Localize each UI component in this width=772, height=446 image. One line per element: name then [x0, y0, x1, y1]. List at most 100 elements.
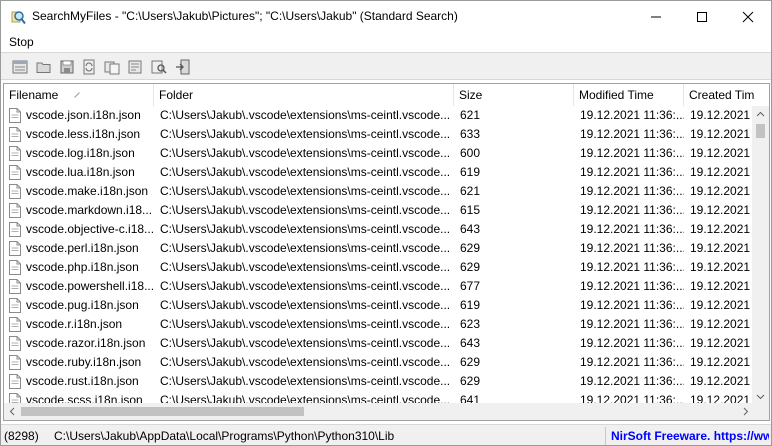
menu-stop[interactable]: Stop — [9, 35, 34, 49]
cell-created-time: 19.12.2021 1 — [690, 279, 754, 293]
horizontal-scrollbar[interactable] — [4, 403, 754, 420]
column-modified-time[interactable]: Modified Time — [574, 84, 684, 106]
cell-filename: vscode.rust.i18n.json — [26, 374, 139, 388]
cell-size: 621 — [460, 108, 481, 122]
refresh-icon — [83, 59, 95, 75]
table-row[interactable]: vscode.json.i18n.json C:\Users\Jakub\.vsc… — [4, 106, 754, 125]
open-icon — [36, 62, 51, 73]
table-row[interactable]: vscode.ruby.i18n.json C:\Users\Jakub\.vsc… — [4, 353, 754, 372]
cell-folder: C:\Users\Jakub\.vscode\extensions\ms-cei… — [160, 184, 451, 198]
cell-size: 629 — [460, 374, 481, 388]
table-row[interactable]: vscode.r.i18n.json C:\Users\Jakub\.vscode… — [4, 315, 754, 334]
status-bar: (8298) C:\Users\Jakub\AppData\Local\Prog… — [1, 424, 771, 445]
cell-created-time: 19.12.2021 1 — [690, 184, 754, 198]
horizontal-scroll-thumb[interactable] — [21, 407, 304, 416]
cell-filename: vscode.pug.i18n.json — [26, 298, 139, 312]
table-row[interactable]: vscode.rust.i18n.json C:\Users\Jakub\.vsc… — [4, 372, 754, 391]
scroll-up-arrow[interactable] — [752, 106, 769, 123]
cell-size: 615 — [460, 203, 481, 217]
cell-created-time: 19.12.2021 1 — [690, 317, 754, 331]
minimize-button[interactable] — [633, 1, 679, 32]
save-button[interactable] — [57, 57, 77, 77]
close-button[interactable] — [725, 1, 771, 32]
cell-folder: C:\Users\Jakub\.vscode\extensions\ms-cei… — [160, 146, 451, 160]
table-row[interactable]: vscode.make.i18n.json C:\Users\Jakub\.vsc… — [4, 182, 754, 201]
column-filename-label: Filename — [9, 88, 59, 102]
cell-modified-time: 19.12.2021 11:36:... — [580, 374, 684, 388]
close-icon — [742, 11, 754, 23]
app-window: SearchMyFiles - "C:\Users\Jakub\Pictures… — [0, 0, 772, 446]
cell-folder: C:\Users\Jakub\.vscode\extensions\ms-cei… — [160, 336, 451, 350]
file-icon — [9, 260, 21, 275]
table-row[interactable]: vscode.log.i18n.json C:\Users\Jakub\.vsco… — [4, 144, 754, 163]
cell-created-time: 19.12.2021 1 — [690, 260, 754, 274]
cell-created-time: 19.12.2021 1 — [690, 203, 754, 217]
table-row[interactable]: vscode.markdown.i18... C:\Users\Jakub\.vs… — [4, 201, 754, 220]
new-search-button[interactable] — [10, 57, 30, 77]
cell-size: 621 — [460, 184, 481, 198]
vertical-scroll-thumb[interactable] — [756, 124, 765, 138]
cell-size: 633 — [460, 127, 481, 141]
exit-button[interactable] — [173, 57, 193, 77]
cell-size: 629 — [460, 260, 481, 274]
refresh-button[interactable] — [79, 57, 99, 77]
results-list[interactable]: Filename Folder Size Modified Time Creat… — [3, 83, 770, 421]
column-header: Filename Folder Size Modified Time Creat… — [4, 84, 769, 106]
table-row[interactable]: vscode.lua.i18n.json C:\Users\Jakub\.vsco… — [4, 163, 754, 182]
table-row[interactable]: vscode.powershell.i18... C:\Users\Jakub\.… — [4, 277, 754, 296]
vertical-scrollbar[interactable] — [752, 106, 769, 405]
cell-size: 643 — [460, 222, 481, 236]
title-bar[interactable]: SearchMyFiles - "C:\Users\Jakub\Pictures… — [1, 1, 771, 32]
cell-folder: C:\Users\Jakub\.vscode\extensions\ms-cei… — [160, 127, 451, 141]
table-row[interactable]: vscode.less.i18n.json C:\Users\Jakub\.vsc… — [4, 125, 754, 144]
cell-modified-time: 19.12.2021 11:36:... — [580, 355, 684, 369]
file-icon — [9, 146, 21, 161]
cell-filename: vscode.perl.i18n.json — [26, 241, 139, 255]
cell-size: 600 — [460, 146, 481, 160]
cell-filename: vscode.powershell.i18... — [26, 279, 154, 293]
cell-size: 619 — [460, 165, 481, 179]
cell-modified-time: 19.12.2021 11:36:... — [580, 336, 684, 350]
cell-created-time: 19.12.2021 1 — [690, 374, 754, 388]
properties-button[interactable] — [125, 57, 145, 77]
cell-modified-time: 19.12.2021 11:36:... — [580, 241, 684, 255]
column-folder[interactable]: Folder — [154, 84, 454, 106]
column-created-time[interactable]: Created Tim — [684, 84, 769, 106]
cell-modified-time: 19.12.2021 11:36:... — [580, 298, 684, 312]
file-icon — [9, 298, 21, 313]
cell-filename: vscode.r.i18n.json — [26, 317, 123, 331]
copy-button[interactable] — [102, 57, 122, 77]
table-row[interactable]: vscode.perl.i18n.json C:\Users\Jakub\.vsc… — [4, 239, 754, 258]
nirsoft-link[interactable]: NirSoft Freeware. https://www.nirsoft.ne… — [611, 429, 769, 443]
column-filename[interactable]: Filename — [4, 84, 154, 106]
cell-folder: C:\Users\Jakub\.vscode\extensions\ms-cei… — [160, 298, 451, 312]
cell-filename: vscode.markdown.i18... — [26, 203, 153, 217]
table-row[interactable]: vscode.pug.i18n.json C:\Users\Jakub\.vsco… — [4, 296, 754, 315]
cell-modified-time: 19.12.2021 11:36:... — [580, 146, 684, 160]
maximize-button[interactable] — [679, 1, 725, 32]
status-separator — [605, 427, 606, 445]
scroll-left-arrow[interactable] — [4, 403, 21, 420]
cell-size: 643 — [460, 336, 481, 350]
cell-filename: vscode.razor.i18n.json — [26, 336, 146, 350]
status-current-path: C:\Users\Jakub\AppData\Local\Programs\Py… — [54, 429, 395, 443]
file-icon — [9, 165, 21, 180]
open-button[interactable] — [34, 57, 54, 77]
cell-folder: C:\Users\Jakub\.vscode\extensions\ms-cei… — [160, 260, 451, 274]
table-row[interactable]: vscode.razor.i18n.json C:\Users\Jakub\.vs… — [4, 334, 754, 353]
cell-folder: C:\Users\Jakub\.vscode\extensions\ms-cei… — [160, 317, 451, 331]
sort-ascending-icon — [74, 92, 80, 98]
new-search-icon — [12, 60, 28, 74]
file-icon — [9, 336, 21, 351]
column-size[interactable]: Size — [454, 84, 574, 106]
cell-modified-time: 19.12.2021 11:36:... — [580, 260, 684, 274]
find-button[interactable] — [149, 57, 169, 77]
cell-folder: C:\Users\Jakub\.vscode\extensions\ms-cei… — [160, 374, 451, 388]
properties-icon — [128, 60, 142, 74]
cell-created-time: 19.12.2021 1 — [690, 127, 754, 141]
cell-filename: vscode.lua.i18n.json — [26, 165, 135, 179]
exit-icon — [176, 59, 190, 75]
cell-created-time: 19.12.2021 1 — [690, 298, 754, 312]
table-row[interactable]: vscode.php.i18n.json C:\Users\Jakub\.vsco… — [4, 258, 754, 277]
table-row[interactable]: vscode.objective-c.i18... C:\Users\Jakub\… — [4, 220, 754, 239]
